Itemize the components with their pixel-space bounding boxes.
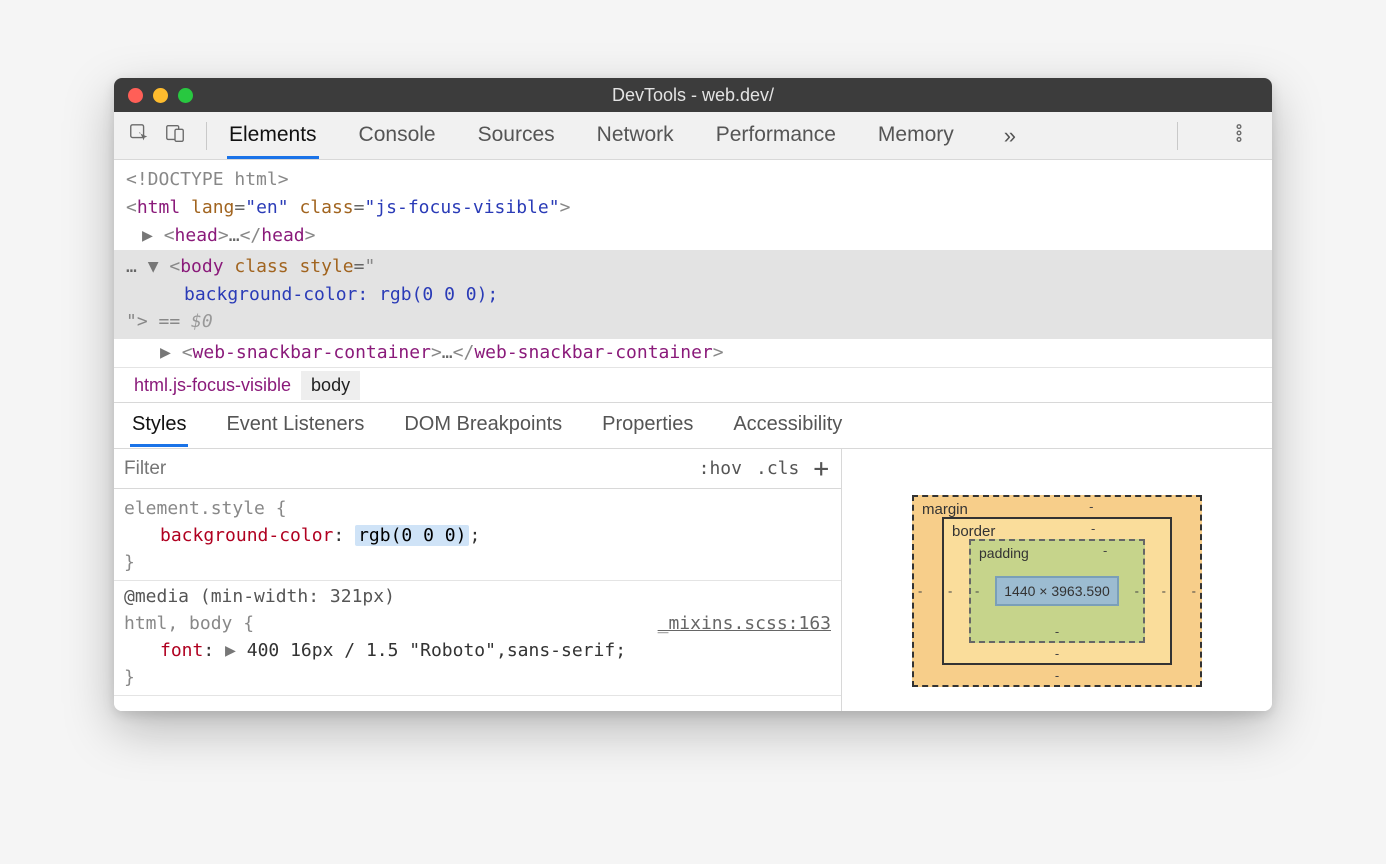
css-prop-name[interactable]: font (160, 640, 203, 661)
panel-tabs: Elements Console Sources Network Perform… (227, 113, 1167, 159)
maximize-icon[interactable] (178, 88, 193, 103)
tab-properties[interactable]: Properties (600, 404, 695, 447)
box-model-padding[interactable]: padding - - - - 1440 × 3963.590 (969, 539, 1145, 643)
hov-toggle[interactable]: :hov (699, 458, 742, 479)
box-model-content[interactable]: 1440 × 3963.590 (995, 576, 1119, 606)
device-toggle-icon[interactable] (164, 122, 186, 149)
tab-elements[interactable]: Elements (227, 113, 319, 159)
tabs-overflow-icon[interactable]: » (994, 123, 1026, 149)
tab-sources[interactable]: Sources (476, 113, 557, 159)
window-title: DevTools - web.dev/ (114, 85, 1272, 106)
breadcrumb-body[interactable]: body (301, 371, 360, 400)
source-link[interactable]: _mixins.scss:163 (658, 610, 831, 637)
doctype-node[interactable]: <!DOCTYPE html> (126, 169, 289, 190)
breadcrumb: html.js-focus-visible body (114, 367, 1272, 403)
head-element-node[interactable]: ▶ <head>…</head> (114, 222, 1272, 250)
sidebar-tabs: Styles Event Listeners DOM Breakpoints P… (114, 403, 1272, 449)
window-titlebar: DevTools - web.dev/ (114, 78, 1272, 112)
styles-filter-input[interactable] (114, 452, 687, 486)
traffic-lights (128, 88, 193, 103)
tab-styles[interactable]: Styles (130, 404, 188, 447)
styles-pane: :hov .cls + element.style { background-c… (114, 449, 1272, 711)
tab-network[interactable]: Network (595, 113, 676, 159)
divider (206, 122, 207, 150)
divider (1177, 122, 1178, 150)
body-element-node-selected[interactable]: … ▼ <body class style=" background-color… (114, 250, 1272, 340)
web-snackbar-container-node[interactable]: ▶ <web-snackbar-container>…</web-snackba… (114, 339, 1272, 367)
css-rules-list: element.style { background-color: rgb(0 … (114, 489, 841, 696)
tab-dom-breakpoints[interactable]: DOM Breakpoints (402, 404, 564, 447)
tab-accessibility[interactable]: Accessibility (731, 404, 844, 447)
css-prop-value[interactable]: 400 16px / 1.5 "Roboto",sans-serif; (247, 640, 626, 661)
box-model-margin[interactable]: margin - - - - border - - - - padding - … (912, 495, 1202, 687)
devtools-window: DevTools - web.dev/ Elements Console Sou… (114, 78, 1272, 711)
inspect-element-icon[interactable] (128, 122, 150, 149)
close-icon[interactable] (128, 88, 143, 103)
settings-gear-icon[interactable] (1188, 122, 1210, 149)
more-menu-icon[interactable] (1228, 122, 1250, 149)
box-model-widget[interactable]: margin - - - - border - - - - padding - … (842, 449, 1272, 711)
dollar-zero-ref: $0 (191, 311, 213, 332)
main-toolbar: Elements Console Sources Network Perform… (114, 112, 1272, 160)
styles-filter-row: :hov .cls + (114, 449, 841, 489)
media-rule[interactable]: @media (min-width: 321px) html, body {_m… (114, 581, 841, 696)
box-model-border[interactable]: border - - - - padding - - - - 1440 × 39… (942, 517, 1172, 665)
element-style-rule[interactable]: element.style { background-color: rgb(0 … (114, 493, 841, 581)
breadcrumb-html[interactable]: html.js-focus-visible (124, 371, 301, 400)
inline-style-value[interactable]: background-color: rgb(0 0 0); (184, 284, 498, 305)
tab-event-listeners[interactable]: Event Listeners (224, 404, 366, 447)
tab-performance[interactable]: Performance (714, 113, 838, 159)
tab-memory[interactable]: Memory (876, 113, 956, 159)
css-prop-name[interactable]: background-color (160, 525, 333, 546)
dom-tree[interactable]: <!DOCTYPE html> <html lang="en" class="j… (114, 160, 1272, 367)
new-style-rule-icon[interactable]: + (813, 456, 829, 482)
minimize-icon[interactable] (153, 88, 168, 103)
tab-console[interactable]: Console (357, 113, 438, 159)
html-element-node[interactable]: <html lang="en" class="js-focus-visible"… (114, 194, 1272, 222)
css-prop-value-selected[interactable]: rgb(0 0 0) (355, 525, 469, 546)
cls-toggle[interactable]: .cls (756, 458, 799, 479)
